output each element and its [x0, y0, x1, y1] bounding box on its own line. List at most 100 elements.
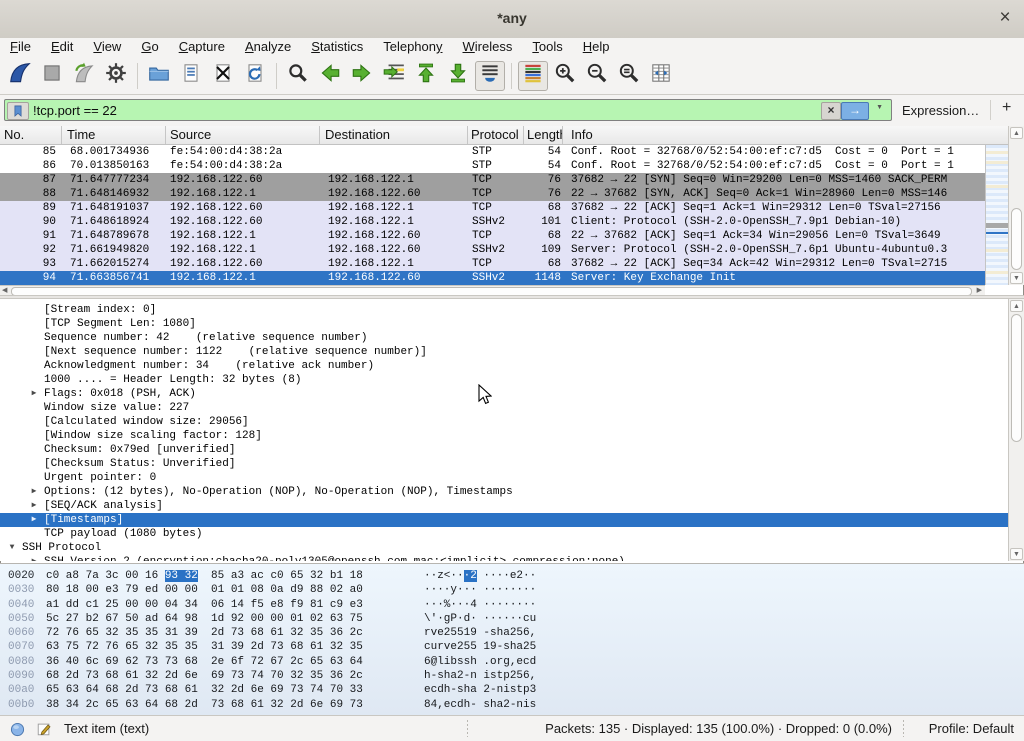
detail-line[interactable]: Urgent pointer: 0: [0, 471, 1008, 485]
restart-capture-button[interactable]: [69, 61, 99, 91]
open-file-button[interactable]: [144, 61, 174, 91]
go-last-button[interactable]: [443, 61, 473, 91]
expander-closed-icon[interactable]: ▶: [28, 485, 40, 499]
packet-row-88[interactable]: 8871.648146932192.168.122.1192.168.122.6…: [0, 187, 985, 201]
expander-closed-icon[interactable]: ▶: [28, 387, 40, 401]
save-file-button[interactable]: [176, 61, 206, 91]
detail-line[interactable]: ▶SSH Version 2 (encryption:chacha20-poly…: [0, 555, 1008, 561]
hex-row-0040[interactable]: 0040a1 dd c1 25 00 00 04 34 06 14 f5 e8 …: [0, 598, 1024, 612]
close-icon[interactable]: ×: [994, 7, 1016, 29]
detail-line[interactable]: Window size value: 227: [0, 401, 1008, 415]
hex-row-0050[interactable]: 00505c 27 b2 67 50 ad 64 98 1d 92 00 00 …: [0, 612, 1024, 626]
detail-line[interactable]: ▶[Timestamps]: [0, 513, 1008, 527]
detail-line[interactable]: ▶[SEQ/ACK analysis]: [0, 499, 1008, 513]
go-to-packet-button[interactable]: [379, 61, 409, 91]
details-scrollbar[interactable]: ▲ ▼: [1008, 299, 1024, 561]
close-file-button[interactable]: [208, 61, 238, 91]
hex-row-0070[interactable]: 007063 75 72 76 65 32 35 35 31 39 2d 73 …: [0, 640, 1024, 654]
column-header-info[interactable]: Info: [563, 126, 1008, 144]
scroll-down-icon[interactable]: ▼: [1010, 272, 1023, 284]
hex-row-0060[interactable]: 006072 76 65 32 35 35 31 39 2d 73 68 61 …: [0, 626, 1024, 640]
find-packet-button[interactable]: [283, 61, 313, 91]
go-back-button[interactable]: [315, 61, 345, 91]
menu-file[interactable]: File: [0, 38, 41, 57]
expert-info-icon[interactable]: [10, 722, 25, 737]
hex-row-00b0[interactable]: 00b038 34 2c 65 63 64 68 2d 73 68 61 32 …: [0, 698, 1024, 712]
hex-row-0080[interactable]: 008036 40 6c 69 62 73 73 68 2e 6f 72 67 …: [0, 655, 1024, 669]
auto-scroll-button[interactable]: [475, 61, 505, 91]
expander-closed-icon[interactable]: ▶: [28, 555, 40, 561]
zoom-out-button[interactable]: [582, 61, 612, 91]
packet-row-94[interactable]: 9471.663856741192.168.122.1192.168.122.6…: [0, 271, 985, 285]
capture-options-button[interactable]: [101, 61, 131, 91]
hex-row-00a0[interactable]: 00a065 63 64 68 2d 73 68 61 32 2d 6e 69 …: [0, 683, 1024, 697]
detail-line[interactable]: ▶Options: (12 bytes), No-Operation (NOP)…: [0, 485, 1008, 499]
detail-line[interactable]: 1000 .... = Header Length: 32 bytes (8): [0, 373, 1008, 387]
packet-row-90[interactable]: 9071.648618924192.168.122.60192.168.122.…: [0, 215, 985, 229]
filter-bookmark-button[interactable]: [7, 102, 29, 120]
packet-row-85[interactable]: 8568.001734936fe:54:00:d4:38:2aSTP54Conf…: [0, 145, 985, 159]
packet-list-scroll-thumb[interactable]: [1011, 208, 1022, 270]
hex-row-0020[interactable]: 0020c0 a8 7a 3c 00 16 93 32 85 a3 ac c0 …: [0, 569, 1024, 583]
menu-view[interactable]: View: [83, 38, 131, 57]
detail-line[interactable]: [Calculated window size: 29056]: [0, 415, 1008, 429]
expression-button[interactable]: Expression…: [902, 103, 979, 118]
column-header-no[interactable]: No.: [0, 126, 62, 144]
menu-wireless[interactable]: Wireless: [453, 38, 523, 57]
details-scroll-thumb[interactable]: [1011, 314, 1022, 442]
menu-statistics[interactable]: Statistics: [301, 38, 373, 57]
column-header-time[interactable]: Time: [62, 126, 166, 144]
expander-open-icon[interactable]: ▼: [6, 541, 18, 555]
filter-clear-button[interactable]: ×: [821, 102, 841, 120]
start-capture-button[interactable]: [5, 61, 35, 91]
menu-help[interactable]: Help: [573, 38, 620, 57]
filter-dropdown-icon[interactable]: ▼: [876, 104, 883, 111]
scroll-left-icon[interactable]: ◀: [2, 286, 7, 295]
scroll-up-icon[interactable]: ▲: [1010, 127, 1023, 139]
hex-row-0090[interactable]: 009068 2d 73 68 61 32 2d 6e 69 73 74 70 …: [0, 669, 1024, 683]
menu-capture[interactable]: Capture: [169, 38, 235, 57]
expander-closed-icon[interactable]: ▶: [28, 499, 40, 513]
stop-capture-button[interactable]: [37, 61, 67, 91]
packet-row-89[interactable]: 8971.648191037192.168.122.60192.168.122.…: [0, 201, 985, 215]
reload-file-button[interactable]: [240, 61, 270, 91]
detail-line[interactable]: Checksum: 0x79ed [unverified]: [0, 443, 1008, 457]
filter-add-button[interactable]: +: [1002, 99, 1011, 117]
packet-row-87[interactable]: 8771.647777234192.168.122.60192.168.122.…: [0, 173, 985, 187]
go-forward-button[interactable]: [347, 61, 377, 91]
hex-row-0030[interactable]: 003080 18 00 e3 79 ed 00 00 01 01 08 0a …: [0, 583, 1024, 597]
menu-analyze[interactable]: Analyze: [235, 38, 301, 57]
colorize-button[interactable]: [518, 61, 548, 91]
resize-columns-button[interactable]: [646, 61, 676, 91]
expander-closed-icon[interactable]: ▶: [28, 513, 40, 527]
detail-line[interactable]: ▼SSH Protocol: [0, 541, 1008, 555]
detail-line[interactable]: TCP payload (1080 bytes): [0, 527, 1008, 541]
menu-tools[interactable]: Tools: [522, 38, 572, 57]
packet-row-93[interactable]: 9371.662015274192.168.122.60192.168.122.…: [0, 257, 985, 271]
scroll-up-icon[interactable]: ▲: [1010, 300, 1023, 312]
capture-comment-icon[interactable]: [36, 721, 52, 737]
column-header-destination[interactable]: Destination: [320, 126, 468, 144]
zoom-reset-button[interactable]: [614, 61, 644, 91]
detail-line[interactable]: [Next sequence number: 1122 (relative se…: [0, 345, 1008, 359]
scroll-down-icon[interactable]: ▼: [1010, 548, 1023, 560]
detail-line[interactable]: [Checksum Status: Unverified]: [0, 457, 1008, 471]
detail-line[interactable]: ▶Flags: 0x018 (PSH, ACK): [0, 387, 1008, 401]
column-header-source[interactable]: Source: [166, 126, 320, 144]
filter-apply-button[interactable]: →: [841, 102, 869, 120]
column-header-length[interactable]: Length: [524, 126, 563, 144]
menu-go[interactable]: Go: [131, 38, 168, 57]
menu-edit[interactable]: Edit: [41, 38, 83, 57]
packet-list-scrollbar[interactable]: ▲ ▼: [1008, 126, 1024, 285]
column-header-protocol[interactable]: Protocol: [468, 126, 524, 144]
detail-line[interactable]: Acknowledgment number: 34 (relative ack …: [0, 359, 1008, 373]
packet-list-minimap[interactable]: [985, 145, 1008, 285]
detail-line[interactable]: [Window size scaling factor: 128]: [0, 429, 1008, 443]
menu-telephony[interactable]: Telephony: [373, 38, 452, 57]
detail-line[interactable]: [TCP Segment Len: 1080]: [0, 317, 1008, 331]
status-profile[interactable]: Profile: Default: [929, 721, 1014, 736]
detail-line[interactable]: [Stream index: 0]: [0, 303, 1008, 317]
packet-list-hscrollbar[interactable]: ◀ ▶: [0, 285, 985, 295]
packet-row-91[interactable]: 9171.648789678192.168.122.1192.168.122.6…: [0, 229, 985, 243]
go-first-button[interactable]: [411, 61, 441, 91]
